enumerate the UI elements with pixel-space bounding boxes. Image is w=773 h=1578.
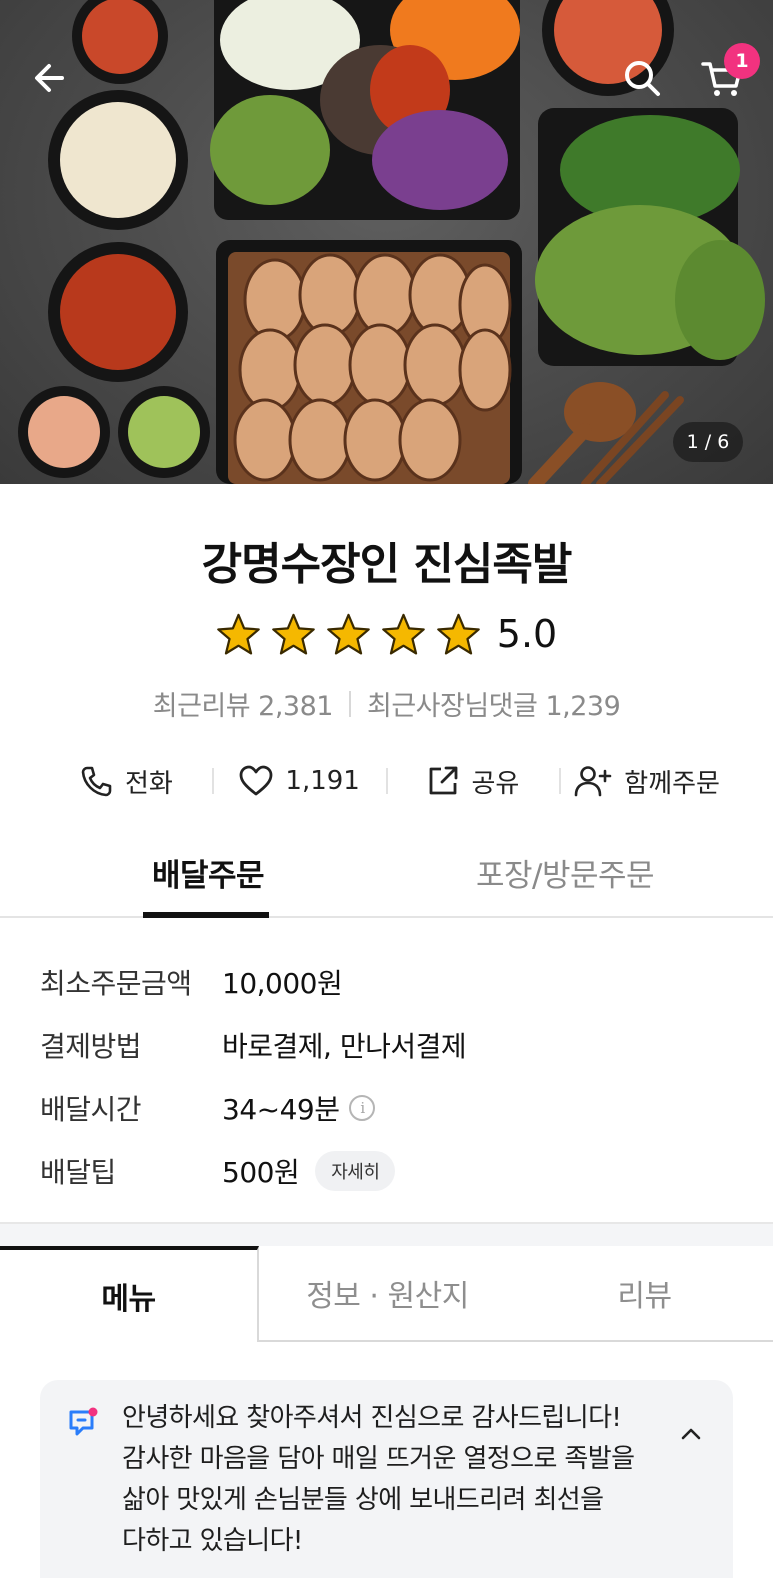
delivery-info: 최소주문금액 10,000원 결제방법 바로결제, 만나서결제 배달시간 34~…	[40, 950, 733, 1202]
order-type-tabs: 배달주문 포장/방문주문	[0, 842, 773, 918]
payment-value: 바로결제, 만나서결제	[222, 1029, 467, 1063]
cart-count-badge: 1	[724, 43, 760, 79]
delivery-time-row: 배달시간 34~49분 i	[40, 1076, 733, 1139]
store-photo-carousel[interactable]: 1 1 / 6	[0, 0, 773, 484]
star-icon	[436, 613, 480, 655]
delivery-tip-label: 배달팁	[40, 1155, 116, 1189]
back-button[interactable]	[22, 50, 78, 106]
payment-row: 결제방법 바로결제, 만나서결제	[40, 1013, 733, 1076]
menu-section-tabs: 메뉴 정보 · 원산지 리뷰	[0, 1246, 773, 1342]
search-button[interactable]	[614, 50, 670, 106]
search-icon	[625, 61, 660, 96]
tip-detail-button[interactable]: 자세히	[315, 1150, 396, 1191]
phone-icon	[81, 766, 112, 797]
chevron-up-icon[interactable]	[677, 1420, 705, 1448]
store-name: 강명수장인 진심족발	[201, 539, 573, 590]
review-stats: 최근리뷰 2,381 최근사장님댓글 1,239	[0, 684, 773, 723]
delivery-tip-row: 배달팁 500원 자세히	[40, 1139, 733, 1202]
like-count: 1,191	[285, 766, 360, 796]
rating-row: 5.0	[0, 612, 773, 656]
group-order-button[interactable]: 함께주문	[561, 763, 733, 800]
delivery-time-label: 배달시간	[40, 1092, 142, 1126]
min-order-label: 최소주문금액	[40, 966, 192, 1000]
share-icon	[430, 766, 458, 795]
store-actions: 전화 1,191 공유 함께주문	[40, 752, 733, 810]
delivery-tip-value: 500원	[222, 1155, 300, 1189]
arrow-left-icon	[35, 64, 64, 92]
delivery-time-value-wrap: 34~49분 i	[222, 1088, 376, 1128]
star-icon	[326, 613, 370, 655]
group-order-label: 함께주문	[624, 768, 720, 799]
tab-info-origin[interactable]: 정보 · 원산지	[259, 1246, 516, 1342]
tab-delivery-order[interactable]: 배달주문	[0, 842, 412, 916]
rating-stars	[216, 613, 481, 656]
star-icon	[381, 613, 425, 655]
min-order-value: 10,000원	[222, 966, 343, 1000]
delivery-time-value: 34~49분	[222, 1092, 340, 1126]
share-button[interactable]: 공유	[388, 763, 560, 800]
owner-reply-count[interactable]: 최근사장님댓글 1,239	[367, 684, 621, 723]
add-user-icon	[574, 766, 612, 797]
min-order-row: 최소주문금액 10,000원	[40, 950, 733, 1013]
call-label: 전화	[124, 768, 173, 799]
owner-notice: 안녕하세요 찾아주셔서 진심으로 감사드립니다! 감사한 마음을 담아 매일 뜨…	[40, 1380, 733, 1578]
notice-text: 안녕하세요 찾아주셔서 진심으로 감사드립니다! 감사한 마음을 담아 매일 뜨…	[122, 1403, 635, 1556]
notice-icon	[69, 1407, 98, 1436]
star-icon	[216, 613, 260, 655]
tab-reviews[interactable]: 리뷰	[516, 1246, 773, 1342]
photo-counter: 1 / 6	[673, 422, 743, 462]
heart-icon	[240, 765, 273, 796]
share-label: 공유	[471, 768, 520, 799]
payment-label: 결제방법	[40, 1029, 142, 1063]
call-button[interactable]: 전화	[40, 763, 212, 800]
like-button[interactable]: 1,191	[214, 765, 386, 797]
rating-score: 5.0	[496, 612, 558, 656]
info-icon[interactable]: i	[349, 1094, 376, 1121]
recent-review-count[interactable]: 최근리뷰 2,381	[153, 684, 334, 723]
divider	[348, 690, 351, 717]
section-divider	[0, 1222, 773, 1246]
tab-pickup-order[interactable]: 포장/방문주문	[412, 842, 773, 916]
tab-menu[interactable]: 메뉴	[0, 1246, 259, 1342]
star-icon	[271, 613, 315, 655]
delivery-tip-value-wrap: 500원 자세히	[222, 1150, 396, 1191]
